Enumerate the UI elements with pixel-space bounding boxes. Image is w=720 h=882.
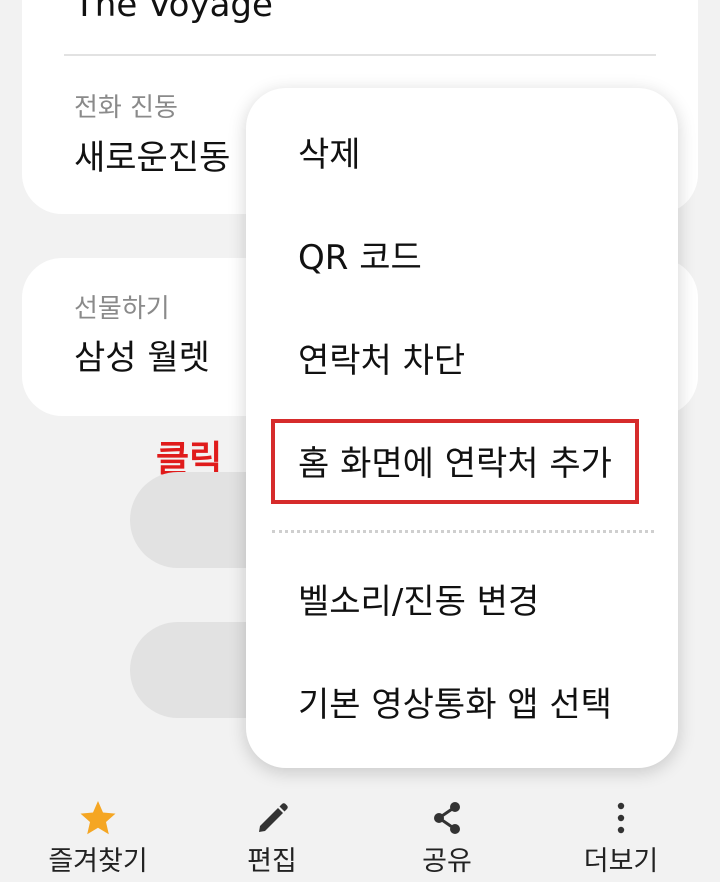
menu-item-ringtone-vibration[interactable]: 벨소리/진동 변경 xyxy=(298,585,539,619)
contact-title: The Voyage xyxy=(74,0,273,25)
star-icon xyxy=(80,801,116,835)
more-button[interactable]: 더보기 xyxy=(531,790,711,882)
gift-value: 삼성 월렛 xyxy=(74,338,210,378)
more-label: 더보기 xyxy=(583,846,659,877)
favorite-label: 즐겨찾기 xyxy=(48,846,148,877)
share-label: 공유 xyxy=(422,846,472,877)
share-icon xyxy=(434,802,460,834)
menu-item-qr-code[interactable]: QR 코드 xyxy=(298,241,422,275)
vibration-label: 전화 진동 xyxy=(74,93,178,123)
pencil-icon xyxy=(259,803,288,832)
favorite-button[interactable]: 즐겨찾기 xyxy=(8,790,188,882)
edit-button[interactable]: 편집 xyxy=(182,790,362,882)
menu-item-video-call-app[interactable]: 기본 영상통화 앱 선택 xyxy=(298,688,612,722)
menu-item-block-contact[interactable]: 연락처 차단 xyxy=(298,344,465,378)
vibration-value[interactable]: 새로운진동 xyxy=(74,141,230,175)
bottom-nav: 즐겨찾기 편집 공유 더보기 xyxy=(0,790,720,882)
edit-label: 편집 xyxy=(247,846,297,877)
highlight-box xyxy=(271,419,639,504)
more-vertical-icon xyxy=(617,802,625,834)
share-button[interactable]: 공유 xyxy=(357,790,537,882)
gift-label: 선물하기 xyxy=(74,294,170,324)
menu-separator xyxy=(272,530,654,533)
menu-item-delete[interactable]: 삭제 xyxy=(298,138,361,172)
divider xyxy=(64,54,656,56)
